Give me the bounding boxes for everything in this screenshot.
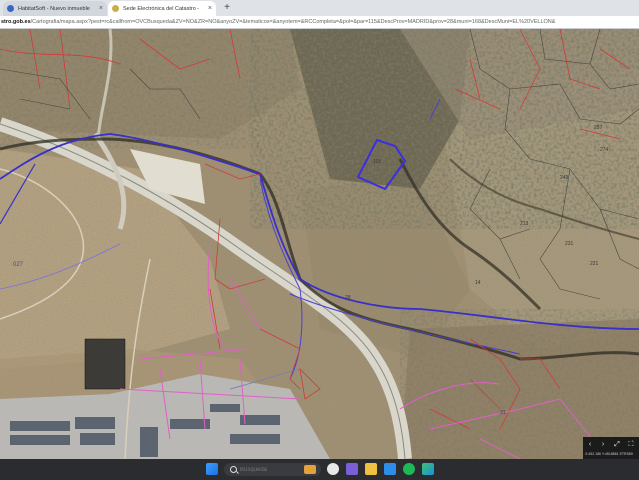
close-icon[interactable]: × bbox=[208, 5, 212, 12]
prev-button[interactable]: ‹ bbox=[585, 440, 595, 450]
browser-tab-bar: HabitatSoft - Nuevo inmueble × Sede Elec… bbox=[0, 0, 639, 16]
store-icon[interactable] bbox=[384, 463, 396, 475]
file-explorer-icon[interactable] bbox=[365, 463, 377, 475]
coordinate-readout: X:452.186 Y:4518861 ETRS89 bbox=[585, 452, 633, 456]
tab-habitatsoft[interactable]: HabitatSoft - Nuevo inmueble × bbox=[3, 1, 107, 16]
map-label: 027 bbox=[13, 262, 24, 268]
habitatsoft-icon bbox=[7, 5, 14, 12]
next-button[interactable]: › bbox=[598, 440, 608, 450]
map-label: 31 bbox=[500, 410, 506, 416]
map-label: 221 bbox=[590, 261, 599, 267]
url-host: stro.gob.es bbox=[1, 19, 31, 25]
map-label: 28 bbox=[345, 295, 351, 301]
new-tab-button[interactable]: + bbox=[221, 2, 233, 14]
url-path: /Cartografia/mapa.aspx?pest=rc&callfrom=… bbox=[30, 19, 556, 25]
edge-icon[interactable] bbox=[422, 463, 434, 475]
satellite-map-canvas[interactable]: 027 28 257 249 274 231 221 213 14 31 115 bbox=[0, 29, 639, 459]
windows-taskbar bbox=[0, 459, 639, 480]
map-label: 213 bbox=[520, 221, 529, 227]
search-input[interactable] bbox=[240, 464, 300, 475]
map-label: 231 bbox=[565, 241, 574, 247]
tab-label: Sede Electrónica del Catastro - bbox=[123, 5, 200, 12]
close-icon[interactable]: × bbox=[99, 5, 103, 12]
search-highlight-icon bbox=[304, 465, 316, 474]
tab-catastro[interactable]: Sede Electrónica del Catastro - × bbox=[108, 1, 216, 16]
teams-icon[interactable] bbox=[346, 463, 358, 475]
map-label: 257 bbox=[594, 125, 603, 131]
search-icon bbox=[230, 466, 237, 473]
map-label: 115 bbox=[373, 159, 381, 165]
map-label: 14 bbox=[475, 280, 481, 286]
zoom-extent-button[interactable]: ⤢ bbox=[612, 440, 622, 450]
windows-start-icon[interactable] bbox=[206, 463, 218, 475]
tab-label: HabitatSoft - Nuevo inmueble bbox=[18, 5, 90, 12]
dark-parcel bbox=[84, 338, 126, 390]
address-bar[interactable]: stro.gob.es/Cartografia/mapa.aspx?pest=r… bbox=[0, 16, 639, 29]
chrome-icon[interactable] bbox=[327, 463, 339, 475]
map-controls: ‹ › ⤢ ⛶ X:452.186 Y:4518861 ETRS89 bbox=[583, 437, 639, 459]
taskbar-search[interactable] bbox=[224, 463, 321, 476]
catastro-icon bbox=[112, 5, 119, 12]
fullscreen-button[interactable]: ⛶ bbox=[626, 440, 636, 450]
map-label: 274 bbox=[600, 147, 609, 153]
map-label: 249 bbox=[560, 175, 569, 181]
spotify-icon[interactable] bbox=[403, 463, 415, 475]
cadastral-map[interactable]: 027 28 257 249 274 231 221 213 14 31 115… bbox=[0, 29, 639, 459]
